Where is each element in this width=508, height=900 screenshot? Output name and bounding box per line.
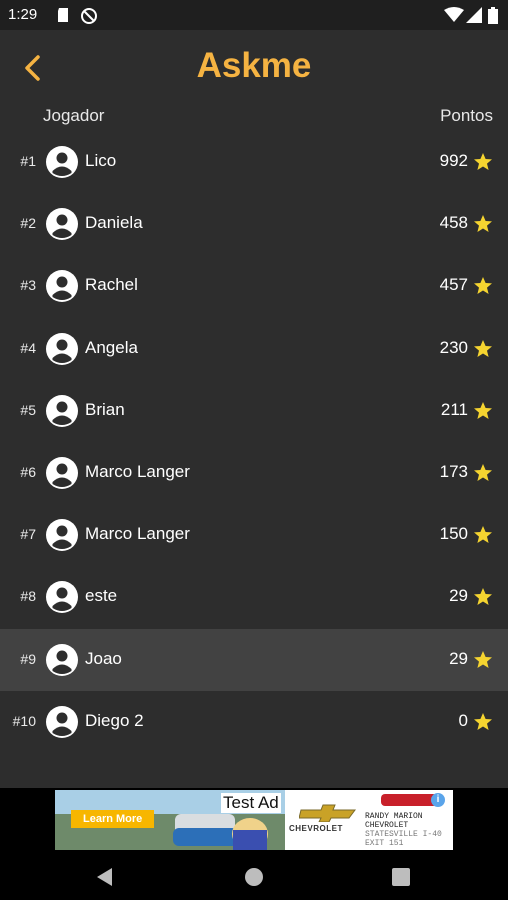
player-points: 230 (439, 337, 468, 357)
nav-back-button[interactable] (94, 866, 116, 888)
do-not-disturb-icon (81, 8, 97, 24)
leaderboard-row[interactable]: #2 Daniela 458 (0, 193, 508, 255)
avatar-icon (46, 270, 78, 303)
avatar-icon (46, 208, 78, 241)
player-name: Brian (85, 399, 125, 419)
avatar-icon (46, 332, 78, 365)
nav-home-button[interactable] (243, 866, 265, 888)
rank-label: #4 (20, 339, 36, 356)
avatar-icon (46, 519, 78, 552)
ad-dealer-line: CHEVROLET (365, 821, 409, 830)
player-points: 0 (458, 710, 468, 730)
rank-label: #1 (20, 153, 36, 169)
ad-creative[interactable]: Learn More Test Ad CHEVROLET RANDY MARIO… (55, 790, 453, 850)
rank-label: #9 (20, 650, 36, 667)
leaderboard-row[interactable]: #6 Marco Langer 173 (0, 442, 508, 504)
rank-label: #8 (20, 588, 36, 605)
avatar-icon (46, 643, 78, 676)
star-icon (474, 650, 492, 668)
app-bar: Askme (0, 30, 508, 108)
signal-icon (466, 7, 482, 23)
leaderboard-row[interactable]: #3 Rachel 457 (0, 255, 508, 317)
column-header-player: Jogador (43, 106, 105, 125)
nav-recents-button[interactable] (390, 866, 412, 888)
star-icon (474, 339, 492, 357)
leaderboard-row[interactable]: #8 este 29 (0, 566, 508, 628)
player-name: Marco Langer (85, 462, 190, 481)
player-name: Diego 2 (85, 710, 144, 730)
leaderboard-row[interactable]: #10 Diego 2 0 (0, 691, 508, 753)
player-name: Angela (85, 337, 138, 357)
rank-label: #10 (12, 712, 36, 729)
star-icon (474, 153, 492, 170)
ad-dealer-line: STATESVILLE I-40 (365, 830, 442, 839)
star-icon (474, 712, 492, 730)
ad-dealer-panel: CHEVROLET RANDY MARION CHEVROLET STATESV… (285, 790, 453, 850)
rank-label: #3 (20, 277, 36, 294)
leaderboard-row[interactable]: #9 Joao 29 (0, 628, 508, 691)
player-name: Lico (85, 151, 117, 170)
avatar-icon (46, 705, 78, 738)
ad-info-icon[interactable]: i (431, 793, 445, 807)
player-name: Rachel (85, 275, 138, 295)
ad-dealer-text: RANDY MARION CHEVROLET STATESVILLE I-40 … (365, 812, 442, 848)
player-name: Marco Langer (85, 524, 190, 544)
leaderboard-row[interactable]: #4 Angela 230 (0, 318, 508, 380)
page-title: Askme (196, 46, 312, 85)
leaderboard-row[interactable]: #1 Lico 992 (0, 131, 508, 193)
status-bar: 1:29 (0, 0, 508, 30)
avatar-icon (46, 581, 78, 614)
player-points: 457 (439, 275, 468, 295)
player-points: 150 (439, 524, 468, 544)
learn-more-button[interactable]: Learn More (71, 810, 155, 828)
star-icon (474, 588, 492, 606)
wifi-icon (444, 7, 464, 22)
rank-label: #2 (20, 215, 36, 232)
rank-label: #6 (20, 464, 36, 480)
player-points: 992 (439, 151, 468, 170)
player-points: 458 (439, 213, 468, 233)
star-icon (474, 215, 492, 233)
star-icon (474, 526, 492, 544)
avatar-icon (46, 146, 78, 178)
sd-card-icon (58, 8, 68, 22)
player-points: 211 (440, 399, 468, 419)
chevrolet-bowtie-logo (299, 804, 356, 822)
ad-dealer-line: EXIT 151 (365, 839, 404, 848)
ad-label: Test Ad (221, 793, 281, 813)
avatar-icon (46, 394, 78, 427)
ad-dealer-line: RANDY MARION (365, 812, 423, 821)
star-icon (474, 401, 492, 419)
battery-icon (488, 7, 498, 24)
player-name: Joao (85, 648, 122, 668)
system-nav-bar (0, 852, 508, 900)
star-icon (474, 277, 492, 295)
ad-banner[interactable]: Learn More Test Ad CHEVROLET RANDY MARIO… (0, 788, 508, 852)
avatar-icon (46, 457, 78, 489)
column-header-points: Pontos (440, 106, 493, 125)
rank-label: #7 (20, 526, 36, 543)
player-name: este (85, 586, 118, 606)
player-points: 29 (449, 648, 468, 668)
player-points: 173 (439, 462, 468, 481)
ad-brand: CHEVROLET (289, 824, 343, 833)
rank-label: #5 (20, 401, 36, 418)
star-icon (474, 464, 492, 481)
status-time: 1:29 (8, 6, 38, 23)
leaderboard-row[interactable]: #5 Brian 211 (0, 380, 508, 442)
player-name: Daniela (85, 213, 143, 233)
leaderboard-row[interactable]: #7 Marco Langer 150 (0, 504, 508, 566)
player-points: 29 (449, 586, 468, 606)
